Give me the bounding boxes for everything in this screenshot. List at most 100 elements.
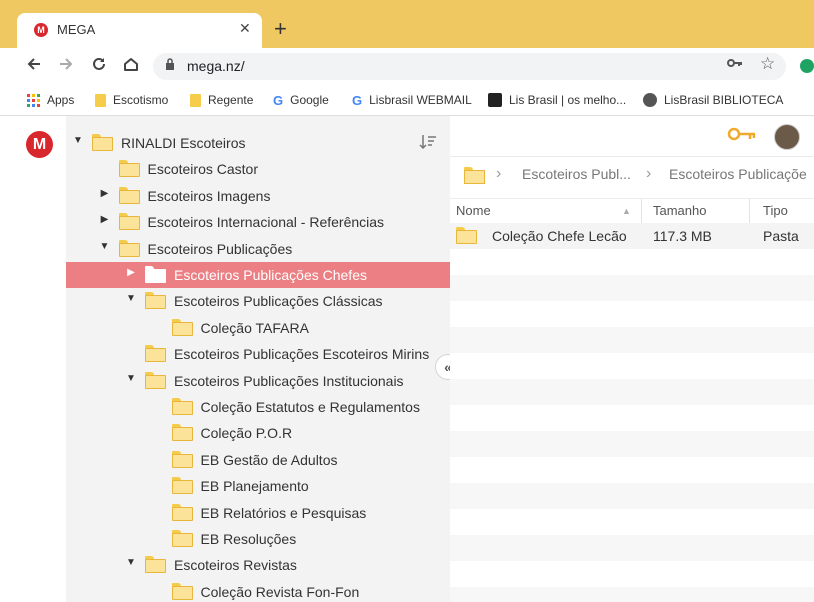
folder-icon <box>92 134 113 151</box>
tree-item-label: Escoteiros Publicações Institucionais <box>174 372 404 389</box>
google-icon: G <box>273 92 284 108</box>
bookmark-label: Lisbrasil WEBMAIL <box>369 93 472 107</box>
lock-icon[interactable] <box>165 58 174 70</box>
url-text[interactable]: mega.nz/ <box>187 58 245 74</box>
close-tab-icon[interactable]: ✕ <box>239 20 251 37</box>
back-arrow-icon[interactable] <box>25 55 43 78</box>
home-icon[interactable] <box>122 55 140 78</box>
chevron-right-icon: › <box>646 165 652 182</box>
expand-down-icon[interactable]: ▼ <box>72 135 84 146</box>
folder-icon <box>118 186 140 204</box>
tree-item[interactable]: ▶ Escoteiros Internacional - Referências <box>66 209 450 235</box>
column-divider[interactable] <box>641 199 642 223</box>
bookmark-label: LisBrasil BIBLIOTECA <box>664 93 784 107</box>
breadcrumb-folder-icon[interactable] <box>464 167 485 184</box>
folder-icon <box>171 450 193 468</box>
tree-item-label: Escoteiros Internacional - Referências <box>147 214 385 231</box>
file-browser-panel: › Escoteiros Publ... › Escoteiros Public… <box>450 116 814 602</box>
empty-row <box>450 535 814 561</box>
tree-item[interactable]: Coleção TAFARA <box>66 315 450 341</box>
tree-item[interactable]: Coleção Revista Fon-Fon <box>66 579 450 602</box>
folder-icon <box>145 556 166 574</box>
tree-item[interactable]: ▼ RINALDI Escoteiros <box>66 130 450 156</box>
bookmark-lis-brasil[interactable]: Lis Brasil | os melho... <box>488 91 626 109</box>
tree-item[interactable]: ▶ Escoteiros Imagens <box>66 183 450 209</box>
bookmark-regente[interactable]: Regente <box>190 91 253 109</box>
tree-item-label: Coleção Revista Fon-Fon <box>200 583 360 600</box>
bookmark-label: Escotismo <box>113 93 169 107</box>
tree-item[interactable]: Coleção Estatutos e Regulamentos <box>66 394 450 420</box>
google-icon: G <box>352 92 363 108</box>
expand-right-icon[interactable]: ▶ <box>99 188 111 199</box>
folder-icon <box>145 266 166 283</box>
forward-arrow-icon[interactable] <box>57 55 75 78</box>
bookmark-label: Regente <box>208 93 254 107</box>
tree-item[interactable]: ▼ Escoteiros Publicações <box>66 236 450 262</box>
bookmark-apps[interactable]: Apps <box>27 91 74 109</box>
expand-right-icon[interactable]: ▶ <box>99 214 111 225</box>
sort-icon[interactable] <box>419 134 437 155</box>
key-icon[interactable] <box>727 125 757 148</box>
tree-item[interactable]: ▶ Escoteiros Publicações Chefes <box>66 262 450 288</box>
key-icon[interactable] <box>727 56 743 73</box>
extension-icon[interactable] <box>800 59 814 73</box>
empty-row <box>450 275 814 301</box>
bookmark-star-icon[interactable]: ☆ <box>760 54 775 74</box>
mega-logo-icon[interactable]: M <box>26 131 53 158</box>
avatar[interactable] <box>774 124 800 150</box>
folder-icon <box>145 371 166 389</box>
folder-icon <box>171 530 193 547</box>
tree-item[interactable]: Escoteiros Publicações Escoteiros Mirins <box>66 341 450 367</box>
tree-item[interactable]: EB Relatórios e Pesquisas <box>66 500 450 526</box>
file-row[interactable]: Coleção Chefe Lecão 117.3 MB Pasta <box>450 223 814 249</box>
folder-icon <box>456 227 477 244</box>
tree-item[interactable]: ▼ Escoteiros Publicações Institucionais <box>66 368 450 394</box>
expand-down-icon[interactable]: ▼ <box>99 241 111 252</box>
folder-icon <box>171 503 193 521</box>
new-tab-button[interactable]: + <box>274 18 287 40</box>
browser-tab[interactable]: M MEGA ✕ <box>17 13 262 48</box>
empty-row <box>450 587 814 602</box>
bookmark-lisbrasil-biblioteca[interactable]: LisBrasil BIBLIOTECA <box>643 91 783 109</box>
tree-item[interactable]: ▼ Escoteiros Revistas <box>66 552 450 578</box>
file-name: Coleção Chefe Lecão <box>492 228 627 244</box>
tree-item[interactable]: EB Gestão de Adultos <box>66 447 450 473</box>
tree-item-label: Coleção TAFARA <box>200 319 309 336</box>
expand-down-icon[interactable]: ▼ <box>125 557 137 568</box>
tree-item[interactable]: Escoteiros Castor <box>66 156 450 182</box>
site-icon <box>488 93 502 107</box>
column-name-header[interactable]: Nome <box>456 203 491 218</box>
column-size-header[interactable]: Tamanho <box>653 203 706 218</box>
sort-up-icon[interactable]: ▲ <box>622 206 631 216</box>
bookmark-google[interactable]: G Google <box>273 91 329 109</box>
expand-right-icon[interactable]: ▶ <box>125 267 137 278</box>
address-bar[interactable]: mega.nz/ ☆ <box>153 53 786 80</box>
globe-icon <box>643 93 657 107</box>
bookmark-lisbrasil-webmail[interactable]: G Lisbrasil WEBMAIL <box>352 91 472 109</box>
folder-icon <box>171 424 193 442</box>
tree-item-label: EB Resoluções <box>200 531 297 547</box>
expand-down-icon[interactable]: ▼ <box>125 373 137 384</box>
breadcrumb-item[interactable]: Escoteiros Publ... <box>522 166 631 182</box>
breadcrumb-item[interactable]: Escoteiros Publicaçõe <box>669 166 807 182</box>
tree-item[interactable]: Coleção P.O.R <box>66 420 450 446</box>
column-divider[interactable] <box>749 199 750 223</box>
tree-item-label: Escoteiros Publicações Clássicas <box>174 293 383 310</box>
folder-icon <box>118 239 140 257</box>
bookmark-label: Apps <box>47 93 75 107</box>
empty-row <box>450 431 814 457</box>
bookmarks-bar: Apps Escotismo Regente G Google G Lisbra… <box>0 85 814 116</box>
folder-icon <box>118 160 140 178</box>
mega-favicon-icon: M <box>34 23 48 37</box>
empty-row <box>450 327 814 353</box>
reload-icon[interactable] <box>90 55 108 78</box>
column-type-header[interactable]: Tipo <box>763 203 788 218</box>
expand-down-icon[interactable]: ▼ <box>125 293 137 304</box>
tree-item[interactable]: ▼ Escoteiros Publicações Clássicas <box>66 288 450 314</box>
tree-item-label: Escoteiros Publicações Chefes <box>174 267 367 283</box>
tree-item[interactable]: EB Planejamento <box>66 473 450 499</box>
bookmark-escotismo[interactable]: Escotismo <box>95 91 168 109</box>
tree-item[interactable]: EB Resoluções <box>66 526 450 552</box>
empty-row <box>450 379 814 405</box>
tree-item-label: EB Relatórios e Pesquisas <box>200 504 367 521</box>
